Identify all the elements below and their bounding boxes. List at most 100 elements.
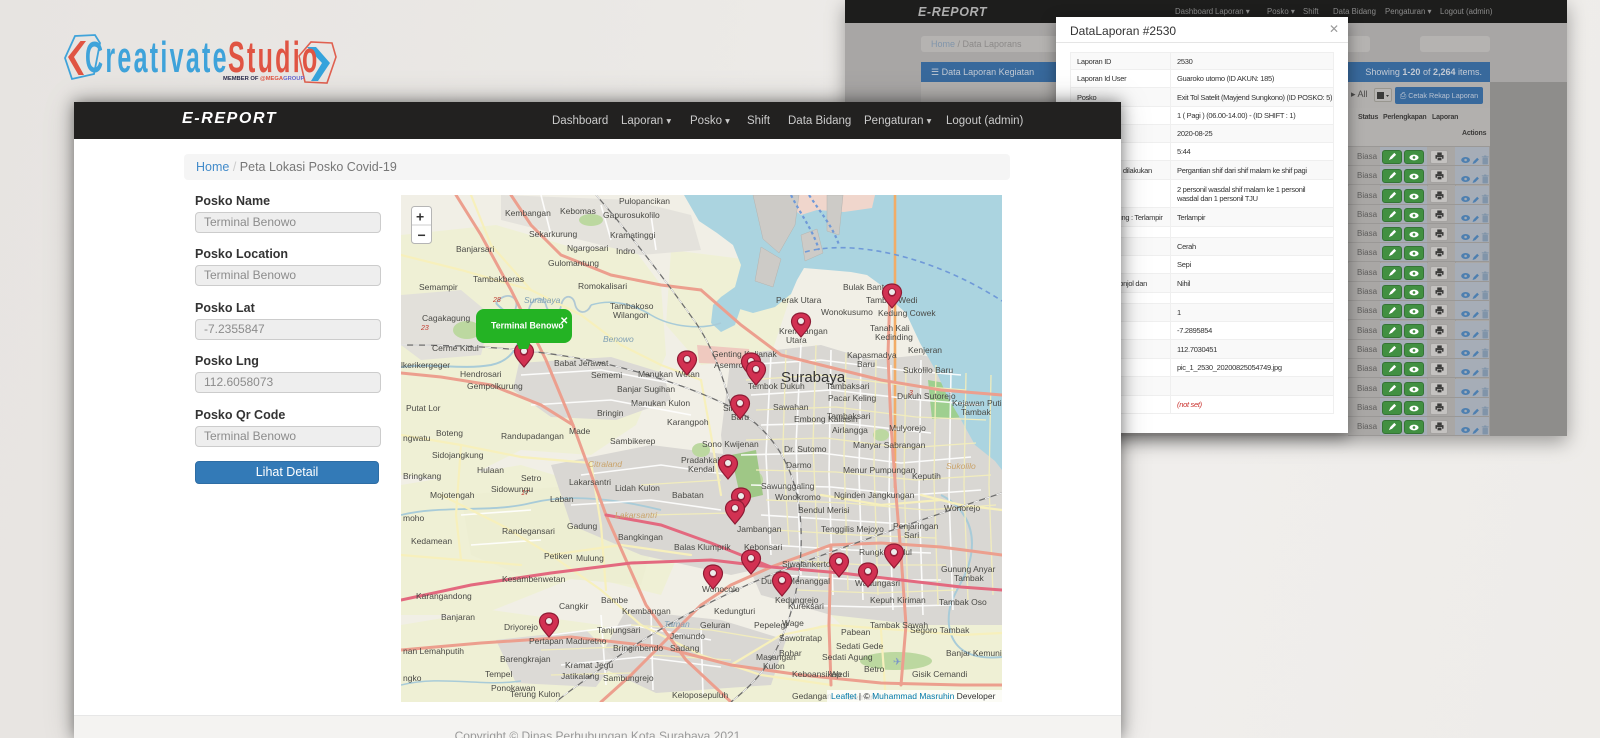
svg-text:Kesambenwetan: Kesambenwetan: [502, 574, 566, 584]
svg-text:Kedungturi: Kedungturi: [714, 606, 755, 616]
svg-text:Karangandong: Karangandong: [416, 591, 472, 601]
svg-text:Terung Kulon: Terung Kulon: [510, 689, 560, 699]
svg-text:Betro: Betro: [864, 664, 885, 674]
svg-text:Kulon: Kulon: [763, 661, 785, 671]
svg-text:Indro: Indro: [616, 246, 636, 256]
svg-text:Putat Lor: Putat Lor: [406, 403, 441, 413]
svg-text:Pacar Keling: Pacar Keling: [828, 393, 876, 403]
svg-text:Surabaya: Surabaya: [781, 369, 846, 386]
svg-text:Keboansikep: Keboansikep: [792, 669, 841, 679]
svg-text:Tempel: Tempel: [485, 669, 513, 679]
svg-text:Kembangan: Kembangan: [505, 208, 551, 218]
svg-text:Gadung: Gadung: [567, 521, 598, 531]
svg-text:Dukuh Menanggal: Dukuh Menanggal: [761, 576, 830, 586]
svg-text:Randupadangan: Randupadangan: [501, 431, 564, 441]
svg-text:Bendul Merisi: Bendul Merisi: [798, 505, 850, 515]
svg-text:Kramat Jegu: Kramat Jegu: [565, 660, 613, 670]
svg-text:ngwatu: ngwatu: [403, 433, 431, 443]
svg-text:nan Lemahputih: nan Lemahputih: [403, 646, 464, 656]
svg-text:Darmo: Darmo: [786, 460, 812, 470]
svg-text:Segoro Tambak: Segoro Tambak: [910, 625, 970, 635]
svg-text:Airlangga: Airlangga: [832, 425, 868, 435]
svg-text:Sememi: Sememi: [591, 370, 622, 380]
svg-text:Wonokusumo: Wonokusumo: [821, 307, 873, 317]
svg-text:Leaflet | © Muhammad Masruhin: Leaflet | © Muhammad Masruhin Developer: [831, 691, 996, 701]
svg-text:Cagakagung: Cagakagung: [422, 313, 470, 323]
svg-text:Wonorejo: Wonorejo: [944, 503, 980, 513]
svg-text:Sekarkurung: Sekarkurung: [529, 229, 577, 239]
svg-text:Tambak Oso: Tambak Oso: [939, 597, 987, 607]
svg-text:Creativate: Creativate: [85, 33, 229, 82]
svg-text:Benowo: Benowo: [603, 334, 634, 344]
svg-text:Banjar Kemuning: Banjar Kemuning: [946, 648, 1002, 658]
svg-text:Petiken: Petiken: [544, 551, 573, 561]
svg-text:Bringkang: Bringkang: [403, 471, 442, 481]
svg-text:Menur Pumpungan: Menur Pumpungan: [843, 465, 916, 475]
svg-text:Perak Utara: Perak Utara: [776, 295, 822, 305]
svg-text:Geluran: Geluran: [700, 620, 731, 630]
svg-text:Keloposepuluh: Keloposepuluh: [672, 690, 729, 700]
svg-text:Dukuh Sutorejo: Dukuh Sutorejo: [897, 391, 956, 401]
svg-text:Pulopancikan: Pulopancikan: [619, 196, 670, 206]
svg-text:Cangkir: Cangkir: [559, 601, 588, 611]
svg-text:Sono Kwijenan: Sono Kwijenan: [702, 439, 759, 449]
svg-text:Pabean: Pabean: [841, 627, 871, 637]
svg-text:Sukolilo: Sukolilo: [946, 461, 976, 471]
svg-text:Jambangan: Jambangan: [737, 524, 782, 534]
svg-text:Tanjungsari: Tanjungsari: [597, 625, 641, 635]
svg-text:Gulomantung: Gulomantung: [548, 258, 599, 268]
svg-text:Sukolilo Baru: Sukolilo Baru: [903, 365, 953, 375]
svg-text:Kebomas: Kebomas: [560, 206, 596, 216]
svg-text:Balas Klumprik: Balas Klumprik: [674, 542, 731, 552]
svg-text:Hendrosari: Hendrosari: [460, 369, 502, 379]
svg-text:✈: ✈: [893, 657, 901, 668]
svg-text:Terminal Benowo: Terminal Benowo: [491, 321, 564, 331]
svg-text:Sawunggaling: Sawunggaling: [761, 481, 815, 491]
svg-text:Nginden Jangkungan: Nginden Jangkungan: [834, 490, 915, 500]
svg-text:Kramatinggi: Kramatinggi: [610, 230, 655, 240]
svg-text:Wilangon: Wilangon: [613, 310, 649, 320]
svg-text:Taman: Taman: [664, 619, 690, 629]
svg-text:−: −: [418, 227, 426, 243]
svg-text:Kureksari: Kureksari: [788, 601, 824, 611]
svg-text:Karangpoh: Karangpoh: [667, 417, 709, 427]
svg-text:Cerme Kidul: Cerme Kidul: [432, 343, 479, 353]
svg-text:+: +: [416, 209, 424, 225]
svg-text:Randegansari: Randegansari: [502, 526, 555, 536]
svg-text:Hulaan: Hulaan: [477, 465, 504, 475]
svg-text:Siwalankerto: Siwalankerto: [782, 559, 831, 569]
svg-text:Wonocolo: Wonocolo: [702, 584, 740, 594]
svg-text:Mulyorejo: Mulyorejo: [889, 423, 926, 433]
svg-text:Manyar Sabrangan: Manyar Sabrangan: [853, 440, 926, 450]
svg-text:28: 28: [492, 297, 501, 304]
svg-text:Dr. Sutomo: Dr. Sutomo: [784, 444, 827, 454]
svg-text:Driyorejo: Driyorejo: [504, 622, 538, 632]
svg-text:Babat Jerawat: Babat Jerawat: [554, 358, 609, 368]
svg-text:Sambungrejo: Sambungrejo: [603, 673, 654, 683]
svg-text:ngko: ngko: [403, 673, 422, 683]
svg-text:Jemundo: Jemundo: [670, 631, 705, 641]
svg-text:Setro: Setro: [521, 473, 542, 483]
svg-text:Sadang: Sadang: [670, 643, 700, 653]
svg-text:Gempolkurung: Gempolkurung: [467, 381, 523, 391]
svg-text:Manukan Kulon: Manukan Kulon: [631, 398, 690, 408]
svg-text:MEMBER OF @MEGAGROUP: MEMBER OF @MEGAGROUP: [223, 76, 304, 82]
svg-text:Bangkingan: Bangkingan: [618, 532, 663, 542]
svg-text:Keputih: Keputih: [912, 471, 941, 481]
svg-text:Tambak: Tambak: [961, 407, 992, 417]
svg-text:Lidah Kulon: Lidah Kulon: [615, 483, 660, 493]
svg-text:Boteng: Boteng: [436, 428, 463, 438]
svg-text:Banjarsari: Banjarsari: [456, 244, 494, 254]
svg-text:Kendal: Kendal: [688, 464, 715, 474]
svg-text:Pertapan Maduretno: Pertapan Maduretno: [529, 636, 607, 646]
svg-text:Bringin: Bringin: [597, 408, 624, 418]
svg-text:Sidowungu: Sidowungu: [491, 484, 533, 494]
svg-text:Surabaya: Surabaya: [524, 295, 561, 305]
svg-text:lkerikergeger: lkerikergeger: [401, 360, 450, 370]
svg-text:Tambaksari: Tambaksari: [827, 411, 871, 421]
svg-text:Krembangan: Krembangan: [622, 606, 671, 616]
svg-text:Sambikerep: Sambikerep: [610, 436, 656, 446]
svg-text:✕: ✕: [560, 316, 568, 327]
svg-text:Pepelegi: Pepelegi: [754, 620, 787, 630]
svg-text:Tambakberas: Tambakberas: [473, 274, 524, 284]
